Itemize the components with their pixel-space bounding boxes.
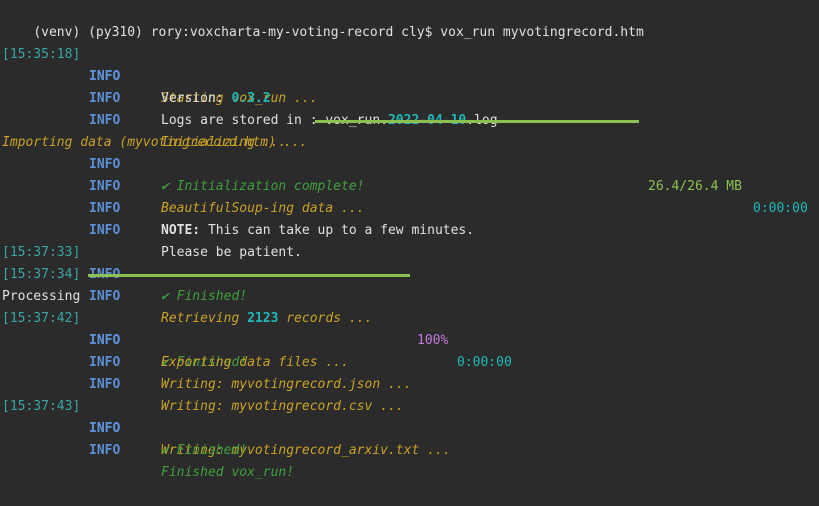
log-level: INFO (89, 443, 121, 458)
import-progress-bar (315, 120, 639, 123)
log-message: Retrieving 2123 records ... (161, 308, 372, 330)
log-message: Please be patient. (161, 245, 302, 260)
log-line: INFO Please be patient. (2, 198, 302, 260)
note-text: This can take up to a few minutes. (200, 223, 475, 238)
log-level: INFO (89, 201, 121, 216)
log-message: Writing: myvotingrecord.csv ... (161, 399, 404, 414)
log-line: INFO Logs are stored in : vox_run.2022-0… (2, 66, 498, 128)
log-line: INFO Writing: myvotingrecord.csv ... (2, 352, 404, 414)
log-line: INFO Initializing ... (2, 88, 286, 150)
version-value: 0.3.2 (231, 91, 271, 106)
log-line: [15:37:43] INFO Writing: myvotingrecord_… (2, 374, 451, 458)
log-message: Writing: myvotingrecord.json ... (161, 377, 412, 392)
log-level: INFO (89, 91, 121, 106)
log-line: INFO BeautifulSoup-ing data ... (2, 154, 365, 216)
log-line: INFO ✔ Finished! (2, 396, 247, 458)
command-prompt: (venv) (py310) rory:voxcharta-my-voting-… (2, 0, 643, 40)
log-level: INFO (89, 69, 121, 84)
log-line: [15:37:34] INFO Retrieving 2123 records … (2, 242, 372, 326)
log-message: ✔ Finished! (161, 289, 248, 304)
version-label: Version: (161, 91, 232, 106)
log-level: INFO (89, 377, 121, 392)
processing-progress-elapsed: 0:00:00 (457, 355, 512, 370)
processing-progress-bar (88, 274, 410, 277)
import-progress-size: 26.4/26.4 MB (648, 179, 742, 194)
log-line: INFO ✔ Initialization complete! (2, 132, 365, 194)
log-line: INFO Exporting data files ... (2, 308, 349, 370)
record-count: 2123 (247, 311, 279, 326)
log-level: INFO (89, 179, 121, 194)
log-message: Finished vox_run! (161, 465, 295, 480)
log-line: [15:37:33] INFO ✔ Finished! (2, 220, 247, 304)
log-message: ✔ Initialization complete! (161, 179, 365, 194)
log-line: [15:35:18] INFO Starting vox_run ... (2, 22, 318, 106)
processing-progress-percent: 100% (417, 333, 449, 348)
log-message: Version: 0.3.2 (161, 88, 271, 110)
log-message: BeautifulSoup-ing data ... (161, 201, 365, 216)
import-progress-row: Importing data (myvotingrecord.htm) ... … (2, 110, 817, 216)
log-line: INFO Version: 0.3.2 (2, 44, 271, 106)
log-level: INFO (89, 421, 121, 436)
log-line: INFO Finished vox_run! (2, 418, 294, 480)
log-message: NOTE: This can take up to a few minutes. (161, 220, 474, 242)
log-level: INFO (89, 355, 121, 370)
log-line: INFO Writing: myvotingrecord.json ... (2, 330, 411, 392)
log-level: INFO (89, 333, 121, 348)
log-level: INFO (89, 289, 121, 304)
processing-progress-row: Processing 100% 0:00:00 (2, 264, 817, 370)
log-message: Exporting data files ... (161, 355, 349, 370)
retrieve-prefix: Retrieving (161, 311, 248, 326)
note-label: NOTE: (161, 223, 201, 238)
log-level: INFO (89, 157, 121, 172)
log-level: INFO (89, 223, 121, 238)
import-progress-label: Importing data (myvotingrecord.htm) ... (2, 135, 308, 150)
log-line: [15:37:42] INFO ✔ Finished! (2, 286, 247, 370)
log-line: INFO NOTE: This can take up to a few min… (2, 176, 474, 238)
log-message: ✔ Finished! (161, 443, 248, 458)
prompt-text: (venv) (py310) rory:voxcharta-my-voting-… (33, 25, 644, 40)
retrieve-suffix: records ... (278, 311, 373, 326)
import-progress-elapsed: 0:00:00 (753, 201, 808, 216)
terminal-window: (venv) (py310) rory:voxcharta-my-voting-… (0, 0, 819, 480)
